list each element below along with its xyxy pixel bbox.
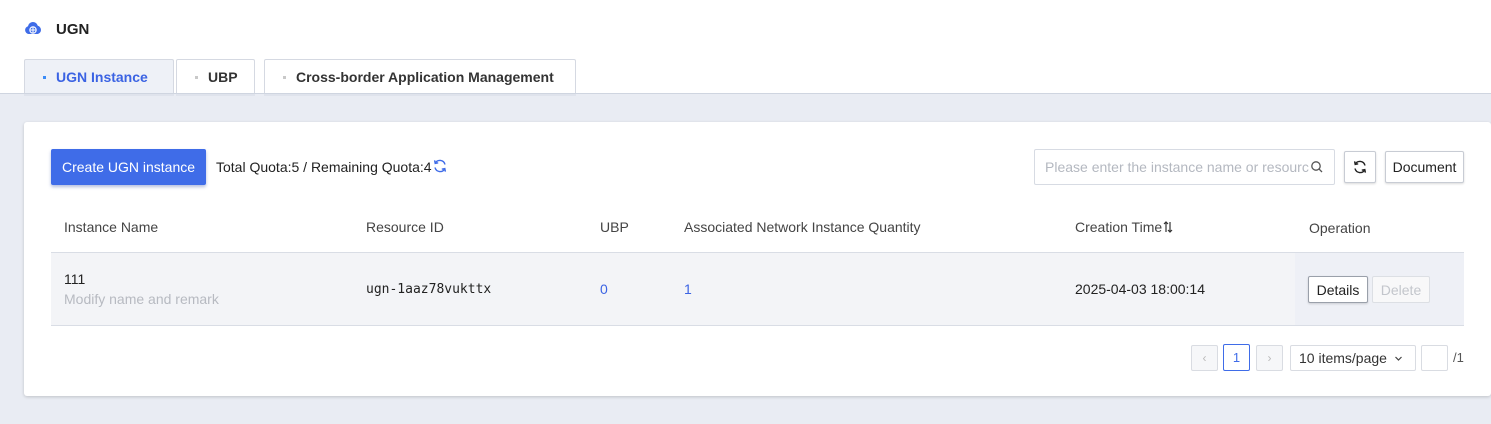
column-header-creation-time-group[interactable]: Creation Time	[1075, 219, 1173, 235]
column-header-associated: Associated Network Instance Quantity	[684, 219, 921, 235]
resource-id: ugn-1aaz78vukttx	[366, 282, 492, 297]
table-row: 111 Modify name and remark ugn-1aaz78vuk…	[51, 253, 1464, 326]
associated-count-link[interactable]: 1	[684, 281, 692, 297]
quota-refresh-icon[interactable]	[432, 158, 448, 174]
column-header-operation: Operation	[1309, 220, 1371, 236]
tab-cross-border[interactable]: Cross-border Application Management	[264, 59, 576, 94]
column-header-resource-id: Resource ID	[366, 219, 444, 235]
column-header-instance-name: Instance Name	[64, 219, 159, 235]
page-size-value: 10 items/page	[1299, 350, 1387, 366]
prev-page-button[interactable]: ‹	[1191, 345, 1218, 371]
refresh-icon	[1353, 160, 1367, 174]
page-1-button[interactable]: 1	[1223, 344, 1250, 371]
modify-name-link[interactable]: Modify name and remark	[64, 291, 219, 307]
create-ugn-instance-button[interactable]: Create UGN instance	[51, 149, 206, 185]
refresh-button[interactable]	[1344, 151, 1376, 183]
ugn-cloud-icon	[25, 21, 41, 34]
sort-icon[interactable]	[1163, 221, 1173, 233]
quota-text: Total Quota:5 / Remaining Quota:4	[216, 159, 432, 175]
next-page-button[interactable]: ›	[1256, 345, 1283, 371]
delete-button[interactable]: Delete	[1372, 276, 1430, 303]
instance-card: Create UGN instance Total Quota:5 / Rema…	[24, 122, 1491, 396]
search-icon[interactable]	[1310, 160, 1324, 174]
column-header-creation-time: Creation Time	[1075, 219, 1163, 235]
chevron-down-icon	[1395, 356, 1402, 361]
app-title: UGN	[56, 20, 90, 38]
app-title-group: UGN	[24, 20, 89, 38]
top-header: UGN UGN Instance UBP Cross-border Applic…	[0, 0, 1491, 96]
tab-label: UGN Instance	[56, 69, 148, 85]
search-box	[1034, 149, 1335, 185]
tab-ugn-instance[interactable]: UGN Instance	[24, 59, 174, 94]
instance-name: 111	[64, 271, 86, 287]
total-pages: /1	[1453, 350, 1464, 365]
tab-dot-icon	[195, 75, 198, 79]
tab-baseline	[0, 93, 1491, 94]
details-button[interactable]: Details	[1308, 276, 1368, 303]
creation-time: 2025-04-03 18:00:14	[1075, 281, 1205, 297]
document-button[interactable]: Document	[1385, 151, 1464, 183]
table-header: Instance Name Resource ID UBP Associated…	[51, 207, 1464, 253]
ubp-count-link[interactable]: 0	[600, 281, 608, 297]
tab-ubp[interactable]: UBP	[176, 59, 255, 94]
tab-dot-icon	[283, 75, 286, 79]
column-header-ubp: UBP	[600, 219, 629, 235]
tab-label: Cross-border Application Management	[296, 69, 554, 85]
page-jump-input[interactable]	[1421, 345, 1448, 371]
tab-dot-icon	[43, 75, 46, 79]
search-input[interactable]	[1035, 150, 1309, 184]
tab-label: UBP	[208, 69, 238, 85]
page-size-select[interactable]: 10 items/page	[1290, 345, 1416, 371]
